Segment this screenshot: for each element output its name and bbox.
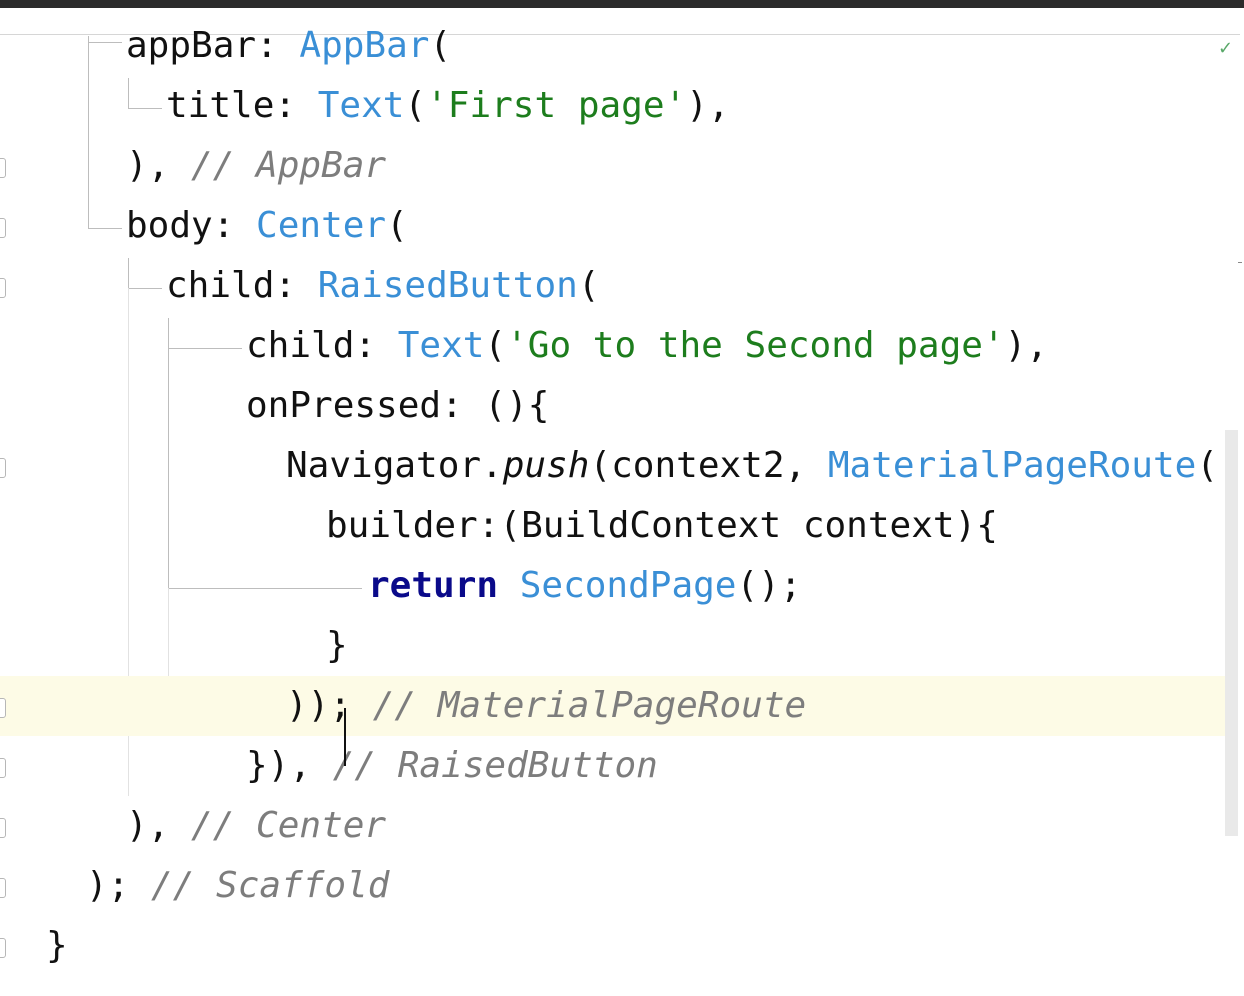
code-text: ), // Center [126,796,386,856]
code-text: appBar: AppBar( [126,16,451,76]
code-text: return SecondPage(); [368,556,802,616]
token-plain: (context2, [589,445,828,486]
inspection-ok-icon[interactable]: ✓ [1218,38,1233,59]
token-class: AppBar [299,25,430,66]
token-class: Text [317,85,405,126]
token-plain: child: [166,265,318,306]
token-class: SecondPage [519,565,737,606]
error-stripe-mark [1238,262,1242,263]
token-plain: ); [86,865,152,906]
fold-marker-icon[interactable] [0,278,6,298]
code-text: )); // MaterialPageRoute [286,676,806,736]
token-comment: // MaterialPageRoute [351,685,807,726]
code-text: child: RaisedButton( [166,256,600,316]
fold-marker-icon[interactable] [0,758,6,778]
code-line[interactable]: child: Text('Go to the Second page'), [0,316,1240,376]
fold-marker-icon[interactable] [0,158,6,178]
token-class: Text [397,325,485,366]
token-class: Center [256,205,387,246]
code-line[interactable]: }), // RaisedButton [0,736,1240,796]
code-text: title: Text('First page'), [166,76,730,136]
token-plain: (); [736,565,802,606]
token-plain: ( [404,85,427,126]
token-plain: title: [166,85,318,126]
token-plain: )); [286,685,352,726]
token-plain: builder:(BuildContext context){ [326,505,998,546]
token-comment: // Center [191,805,387,846]
code-text: child: Text('Go to the Second page'), [246,316,1048,376]
code-text: } [326,616,348,676]
code-text: onPressed: (){ [246,376,549,436]
code-text: ); // Scaffold [86,856,389,916]
code-line[interactable]: Navigator.push(context2, MaterialPageRou… [0,436,1240,496]
scrollbar-thumb[interactable] [1225,430,1238,836]
token-kw: return [368,565,499,606]
token-plain: } [46,925,68,966]
token-plain: body: [126,205,257,246]
token-plain: } [326,625,348,666]
token-comment: // AppBar [191,145,387,186]
token-plain: ( [386,205,408,246]
token-str: 'First page' [426,85,687,126]
fold-marker-icon[interactable] [0,458,6,478]
fold-marker-icon[interactable] [0,818,6,838]
token-plain: ( [484,325,507,366]
token-plain: ( [1196,445,1219,486]
token-class: RaisedButton [317,265,578,306]
token-plain: ), [1004,325,1048,366]
token-comment: // Scaffold [151,865,390,906]
fold-marker-icon[interactable] [0,878,6,898]
token-plain: ), [126,145,192,186]
code-text: Navigator.push(context2, MaterialPageRou… [286,436,1218,496]
code-text: } [46,916,68,976]
code-text: body: Center( [126,196,408,256]
code-text: }), // RaisedButton [246,736,658,796]
code-line[interactable]: ); // Scaffold [0,856,1240,916]
token-comment: // RaisedButton [332,745,658,786]
code-line[interactable]: } [0,616,1240,676]
code-line-current[interactable]: )); // MaterialPageRoute [0,676,1240,736]
code-line[interactable]: ), // Center [0,796,1240,856]
fold-marker-icon[interactable] [0,938,6,958]
token-method: push [502,445,590,486]
token-plain: Navigator. [286,445,503,486]
code-text: builder:(BuildContext context){ [326,496,998,556]
code-editor[interactable]: appBar: AppBar(title: Text('First page')… [0,25,1244,996]
token-plain: }), [246,745,333,786]
token-plain: appBar: [126,25,300,66]
fold-marker-icon[interactable] [0,218,6,238]
fold-marker-icon[interactable] [0,698,6,718]
text-caret [344,708,346,766]
code-line[interactable]: ), // AppBar [0,136,1240,196]
token-plain: onPressed: (){ [246,385,550,426]
token-class: MaterialPageRoute [827,445,1197,486]
code-line[interactable]: builder:(BuildContext context){ [0,496,1240,556]
code-line[interactable]: child: RaisedButton( [0,256,1240,316]
code-line[interactable]: onPressed: (){ [0,376,1240,436]
code-line[interactable]: } [0,916,1240,976]
token-plain: ( [577,265,600,306]
token-plain: ), [686,85,730,126]
code-text: ), // AppBar [126,136,386,196]
token-str: 'Go to the Second page' [506,325,1005,366]
code-line[interactable]: title: Text('First page'), [0,76,1240,136]
token-plain: child: [246,325,398,366]
code-line[interactable]: appBar: AppBar( [0,16,1240,76]
code-line[interactable]: body: Center( [0,196,1240,256]
token-plain: ( [429,25,452,66]
token-plain: ), [126,805,192,846]
code-line[interactable]: return SecondPage(); [0,556,1240,616]
window-top-bar [0,0,1244,8]
